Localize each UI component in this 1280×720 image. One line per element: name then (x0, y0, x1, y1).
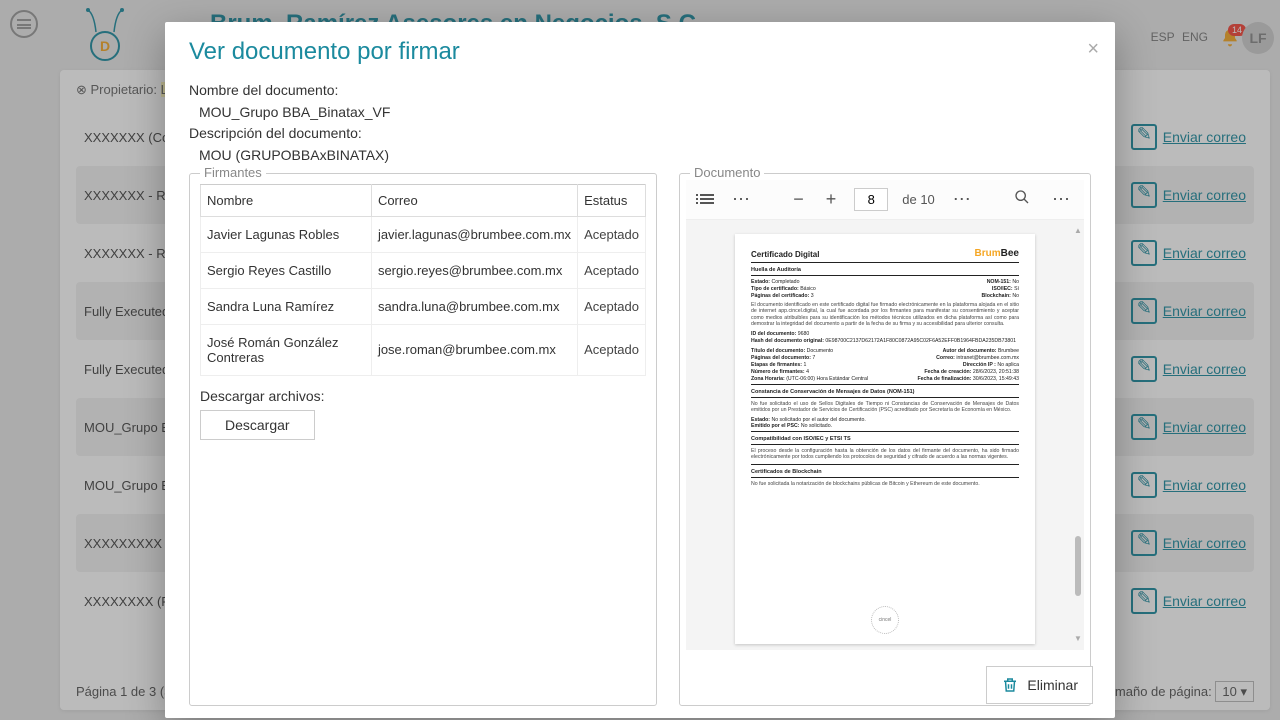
table-row: Sergio Reyes Castillosergio.reyes@brumbe… (201, 252, 646, 288)
doc-name-label: Nombre del documento: (189, 80, 1091, 102)
signer-name: Sandra Luna Ramírez (201, 288, 372, 324)
page-count: de 10 (902, 192, 935, 207)
doc-desc-value: MOU (GRUPOBBAxBINATAX) (189, 145, 1091, 167)
doc-name-value: MOU_Grupo BBA_Binatax_VF (189, 102, 1091, 124)
scroll-thumb[interactable] (1075, 536, 1081, 596)
page-number-input[interactable] (854, 188, 888, 211)
pdf-scrollbar[interactable]: ▲ ▼ (1074, 226, 1082, 644)
brand-logo: BrumBee (975, 248, 1019, 259)
view-document-modal: Ver documento por firmar × Nombre del do… (165, 22, 1115, 718)
signer-email: javier.lagunas@brumbee.com.mx (371, 216, 577, 252)
more-3-icon[interactable]: ⋯ (1048, 187, 1074, 212)
para-iso: El proceso desde la configuración hasta … (751, 448, 1019, 461)
table-row: Sandra Luna Ramírezsandra.luna@brumbee.c… (201, 288, 646, 324)
pdf-toolbar: ⋯ − + de 10 ⋯ ⋯ (686, 180, 1084, 220)
signer-name: Javier Lagunas Robles (201, 216, 372, 252)
signer-name: Sergio Reyes Castillo (201, 252, 372, 288)
seal-icon: cincel (871, 606, 899, 634)
more-2-icon[interactable]: ⋯ (949, 187, 975, 212)
sect-nom151: Constancia de Conservación de Mensajes d… (751, 389, 1019, 395)
scroll-up-icon[interactable]: ▲ (1074, 226, 1082, 236)
para-blockchain: No fue solicitada la notarización de blo… (751, 481, 1019, 488)
signer-status: Aceptado (578, 252, 646, 288)
sect-iso: Compatibilidad con ISO/IEC y ETSI TS (751, 436, 1019, 442)
signers-pane: Firmantes Nombre Correo Estatus Javier L… (189, 173, 657, 706)
document-meta: Nombre del documento: MOU_Grupo BBA_Bina… (189, 80, 1091, 167)
doc-desc-label: Descripción del documento: (189, 123, 1091, 145)
signer-email: jose.roman@brumbee.com.mx (371, 324, 577, 375)
document-pane: Documento ⋯ − + de 10 ⋯ ⋯ BrumBee C (679, 173, 1091, 706)
toc-icon[interactable] (696, 192, 714, 206)
audit-heading: Huella de Auditoría (751, 267, 1019, 273)
signer-name: José Román González Contreras (201, 324, 372, 375)
table-row: José Román González Contrerasjose.roman@… (201, 324, 646, 375)
para-nom151: No fue solicitado el uso de Sellos Digit… (751, 401, 1019, 414)
download-label: Descargar archivos: (200, 388, 646, 404)
zoom-out-icon[interactable]: − (789, 187, 808, 212)
col-status: Estatus (578, 184, 646, 216)
table-row: Javier Lagunas Roblesjavier.lagunas@brum… (201, 216, 646, 252)
sect-blockchain: Certificados de Blockchain (751, 469, 1019, 475)
signers-table: Nombre Correo Estatus Javier Lagunas Rob… (200, 184, 646, 376)
pdf-page: BrumBee Certificado Digital Huella de Au… (735, 234, 1035, 644)
more-1-icon[interactable]: ⋯ (728, 187, 754, 212)
delete-label: Eliminar (1027, 677, 1078, 693)
col-name: Nombre (201, 184, 372, 216)
signer-email: sandra.luna@brumbee.com.mx (371, 288, 577, 324)
download-button[interactable]: Descargar (200, 410, 315, 440)
pdf-viewport[interactable]: BrumBee Certificado Digital Huella de Au… (686, 220, 1084, 650)
signer-status: Aceptado (578, 288, 646, 324)
modal-title: Ver documento por firmar (189, 38, 1091, 66)
signer-status: Aceptado (578, 216, 646, 252)
signer-status: Aceptado (578, 324, 646, 375)
trash-icon (1001, 675, 1019, 695)
signer-email: sergio.reyes@brumbee.com.mx (371, 252, 577, 288)
cert-para1: El documento identificado en este certif… (751, 302, 1019, 328)
close-icon[interactable]: × (1087, 38, 1099, 61)
document-legend: Documento (690, 165, 764, 180)
zoom-in-icon[interactable]: + (822, 187, 841, 212)
col-email: Correo (371, 184, 577, 216)
scroll-down-icon[interactable]: ▼ (1074, 634, 1082, 644)
signers-legend: Firmantes (200, 165, 266, 180)
delete-button[interactable]: Eliminar (986, 666, 1093, 704)
search-icon[interactable] (1010, 187, 1034, 212)
